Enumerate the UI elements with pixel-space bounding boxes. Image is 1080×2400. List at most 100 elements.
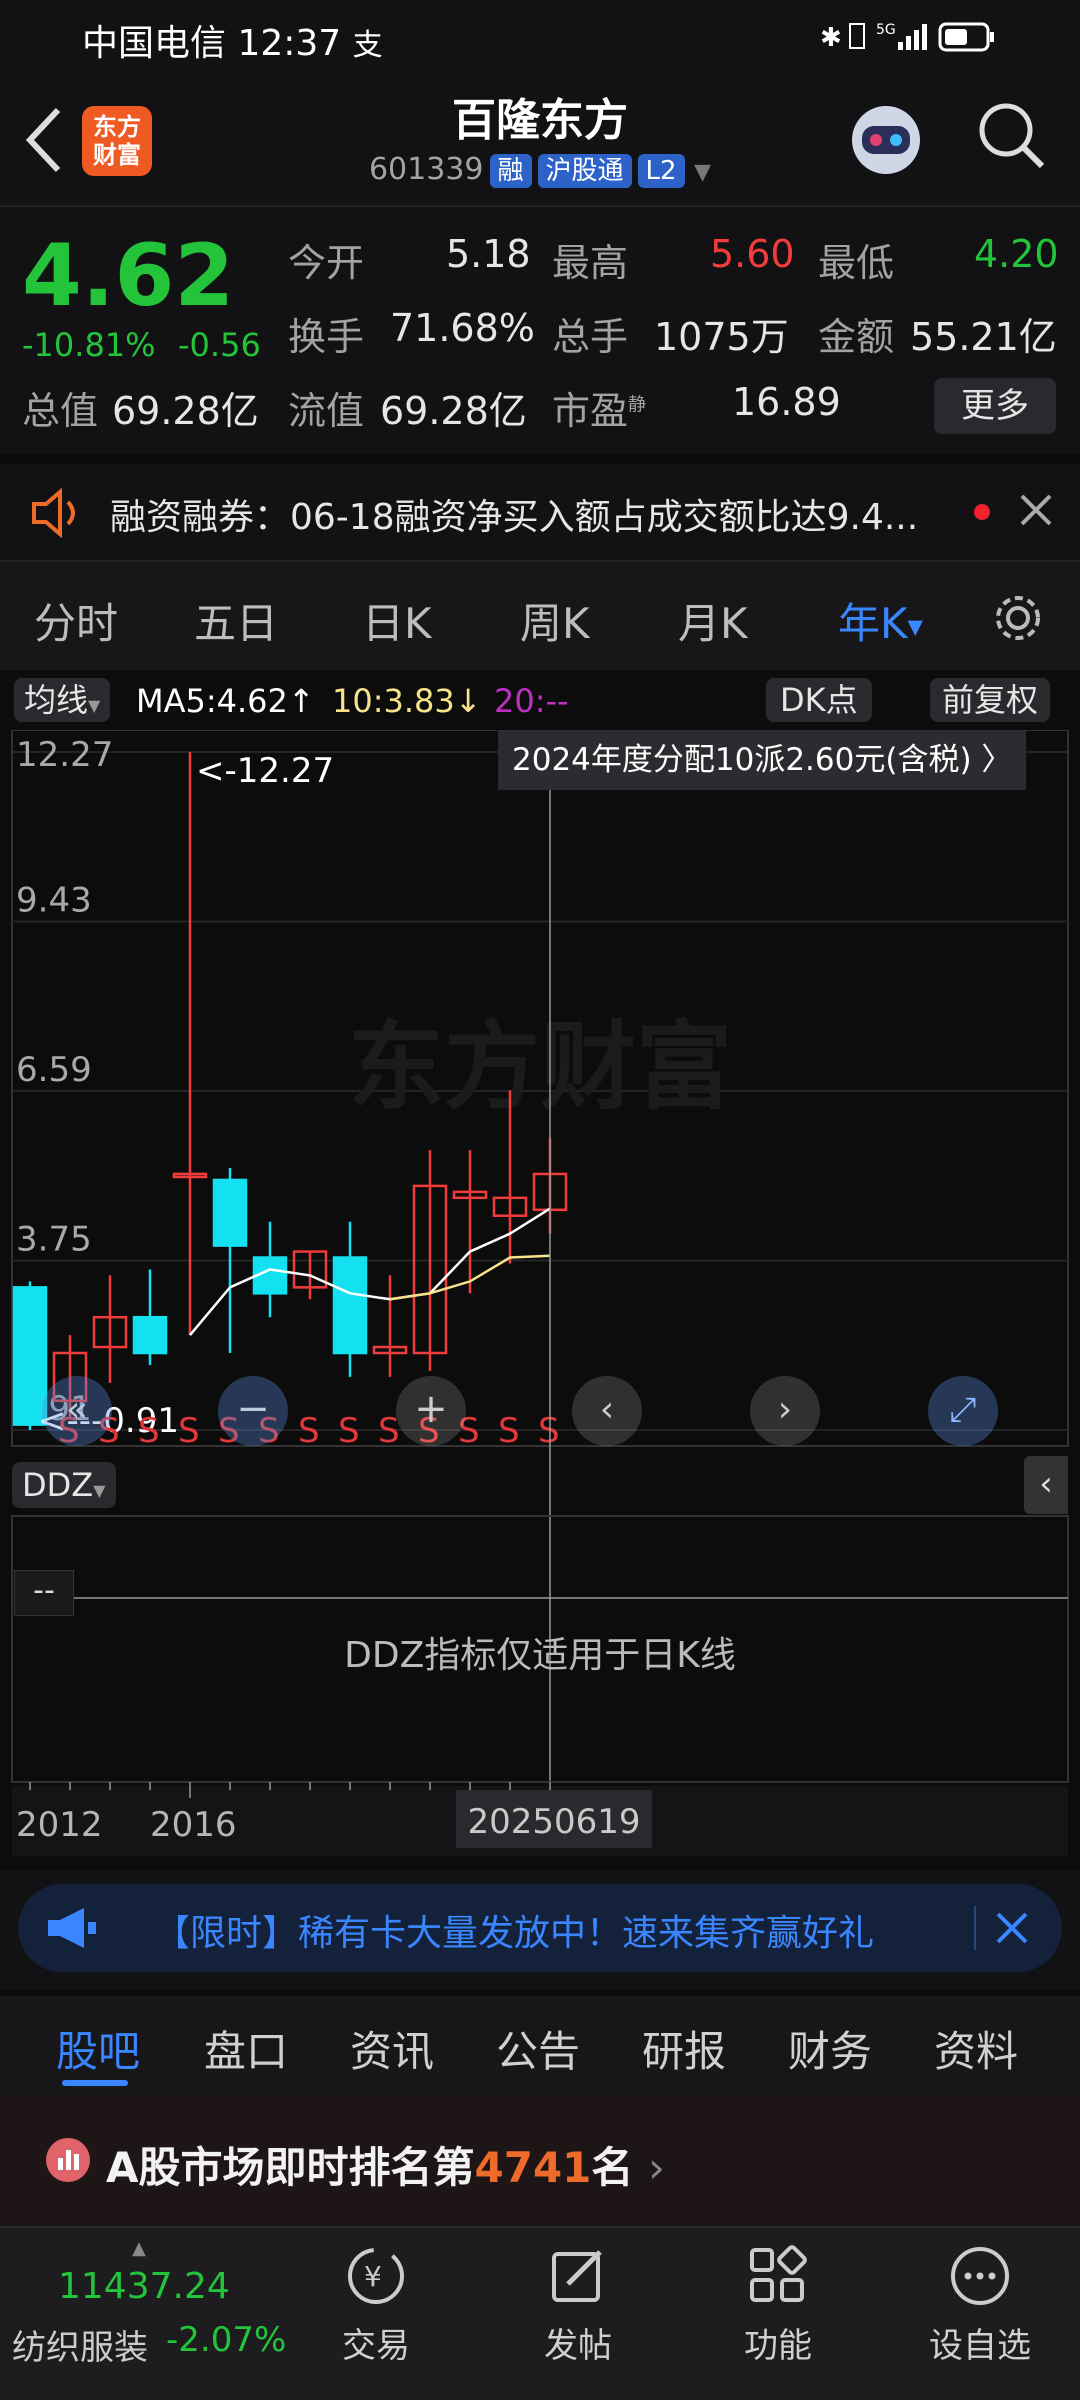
s-marker: S [538,1411,560,1451]
chart-settings-button[interactable] [990,590,1046,650]
index-value: 11437.24 [58,2266,230,2307]
caret-up-icon: ▲ [132,2238,146,2259]
chart-toolbar: 均线▼ MA5:4.62↑ 10:3.83↓ 20:-- DK点 前复权 [0,670,1080,730]
tab-daily-k[interactable]: 日K [362,590,432,651]
float-value: 69.28亿 [380,389,527,433]
float-label: 流值 [288,389,365,433]
change-abs: -0.56 [178,326,261,364]
rank-text: A股市场即时排名第4741名 › [106,2143,665,2192]
tab-finance[interactable]: 财务 [788,2018,872,2079]
section-tabs: 股吧 盘口 资讯 公告 研报 财务 资料 [0,1996,1080,2096]
y-axis-label: 3.75 [16,1220,92,1260]
tab-intraday[interactable]: 分时 [34,590,118,651]
caret-down-icon: ▼ [907,614,923,639]
zoom-out-button[interactable]: − [218,1376,288,1446]
watermark: 东方财富 [348,1011,732,1123]
add-watchlist-button[interactable]: 设自选 [910,2244,1050,2367]
arrow-up-icon: ↑ [287,682,315,720]
index-ticker[interactable]: ▲ 11437.24 纺织服装 -2.07% [0,2236,286,2386]
open-value: 5.18 [446,232,531,276]
chevron-right-icon: › [648,2143,665,2192]
rank-card[interactable]: A股市场即时排名第4741名 › [0,2096,1080,2226]
y-axis-label: 12.27 [16,735,113,775]
status-carrier: 中国电信 12:37 支 [82,23,383,64]
double-left-icon: « [65,1389,89,1430]
bottom-bar: ▲ 11437.24 纺织服装 -2.07% ¥ 交易 发帖 功能 设自选 [0,2226,1080,2400]
volume-label: 总手 [552,315,629,359]
tab-research[interactable]: 研报 [642,2018,726,2079]
promo-close-button[interactable] [992,1908,1032,1952]
volume-value: 1075万 [654,315,789,359]
scroll-right-button[interactable]: › [750,1376,820,1446]
scroll-left-button[interactable]: ‹ [572,1376,642,1446]
amount-value: 55.21亿 [910,315,1057,359]
candle-down [212,1178,248,1247]
kline-chart[interactable]: 12.279.436.593.750.91东方财富<-12.27<---0.91… [0,730,1080,1870]
high-value: 5.60 [710,232,795,276]
promo-text: 【限时】稀有卡大量发放中！速来集齐赢好礼 [154,1913,875,1954]
chevron-right-icon: 〉 [981,742,1013,778]
unread-dot [974,504,990,520]
gear-icon [996,596,1040,640]
tag-margin: 融 [489,154,532,188]
tab-handicap[interactable]: 盘口 [204,2018,288,2079]
trade-button[interactable]: ¥ 交易 [306,2244,446,2367]
rank-icon [46,2138,90,2182]
rank-number: 4741 [474,2143,592,2192]
indicator-selector[interactable]: DDZ▼ [12,1462,116,1508]
tab-monthly-k[interactable]: 月K [678,590,748,651]
bluetooth-icon: ✱ [820,23,842,53]
zoom-in-button[interactable]: + [396,1376,466,1446]
tab-announcements[interactable]: 公告 [496,2018,580,2079]
function-button[interactable]: 功能 [708,2244,848,2367]
ma-selector[interactable]: 均线▼ [14,678,111,722]
divider [0,205,1080,207]
s-marker: S [298,1411,320,1451]
status-bar: 中国电信 12:37 支 ✱ 5G [0,0,1080,70]
more-button[interactable]: 更多 [934,378,1056,434]
notice-bar[interactable]: 融资融券：06-18融资净买入额占成交额比达9.4... [0,464,1080,560]
status-time: 12:37 [237,23,342,64]
turnover-label: 换手 [288,315,365,359]
search-button[interactable] [976,100,1048,176]
low-value: 4.20 [974,232,1059,276]
s-marker: S [138,1411,160,1451]
tab-yearly-k[interactable]: 年K▼ [838,590,923,651]
low-label: 最低 [818,241,895,285]
ma10-label: 10:3.83↓ [332,682,482,720]
kline-chart-area[interactable]: 12.27 9.43 6.59 3.75 0.91 东方财富 <-12.27 <---0.91… [0,730,1080,1870]
svg-text:¥: ¥ [364,2260,382,2293]
indicator-message: DDZ指标仅适用于日K线 [344,1635,736,1676]
notice-close-button[interactable] [1016,490,1056,534]
rewind-button[interactable]: « [42,1376,112,1446]
battery-icon [938,22,994,52]
tab-news[interactable]: 资讯 [350,2018,434,2079]
stock-code-row[interactable]: 601339 融沪股通 L2 ▼ [360,152,720,188]
promo-banner[interactable]: 【限时】稀有卡大量发放中！速来集齐赢好礼 [18,1884,1062,1972]
dk-point-button[interactable]: DK点 [766,678,872,722]
current-price: 4.62 [22,226,235,326]
turnover-value: 71.68% [390,306,535,350]
tab-5day[interactable]: 五日 [194,590,278,651]
y-axis-label: 6.59 [16,1050,92,1090]
expand-icon: ⤢ [949,1390,977,1430]
tab-profile[interactable]: 资料 [934,2018,1018,2079]
tab-weekly-k[interactable]: 周K [520,590,590,651]
caret-down-icon: ▼ [88,696,101,715]
indicator-panel-toggle[interactable]: ‹ [1024,1456,1068,1514]
max-price-label: <-12.27 [196,751,334,791]
vibrate-icon [849,23,865,49]
dividend-banner[interactable]: 2024年度分配10派2.60元(含税) 〉 [498,730,1027,790]
post-button[interactable]: 发帖 [508,2244,648,2367]
fullscreen-button[interactable]: ⤢ [928,1376,998,1446]
search-icon [979,103,1045,169]
chevron-left-icon: ‹ [599,1389,615,1430]
period-tabs: 分时 五日 日K 周K 月K 年K▼ [0,562,1080,670]
robot-assistant-icon[interactable] [846,100,926,180]
adjust-button[interactable]: 前复权 [930,678,1051,722]
megaphone-icon [44,1904,100,1956]
status-app-icon: 支 [352,28,383,63]
edit-icon [546,2244,610,2308]
close-icon [996,1912,1028,1944]
tab-forum[interactable]: 股吧 [56,2018,140,2079]
